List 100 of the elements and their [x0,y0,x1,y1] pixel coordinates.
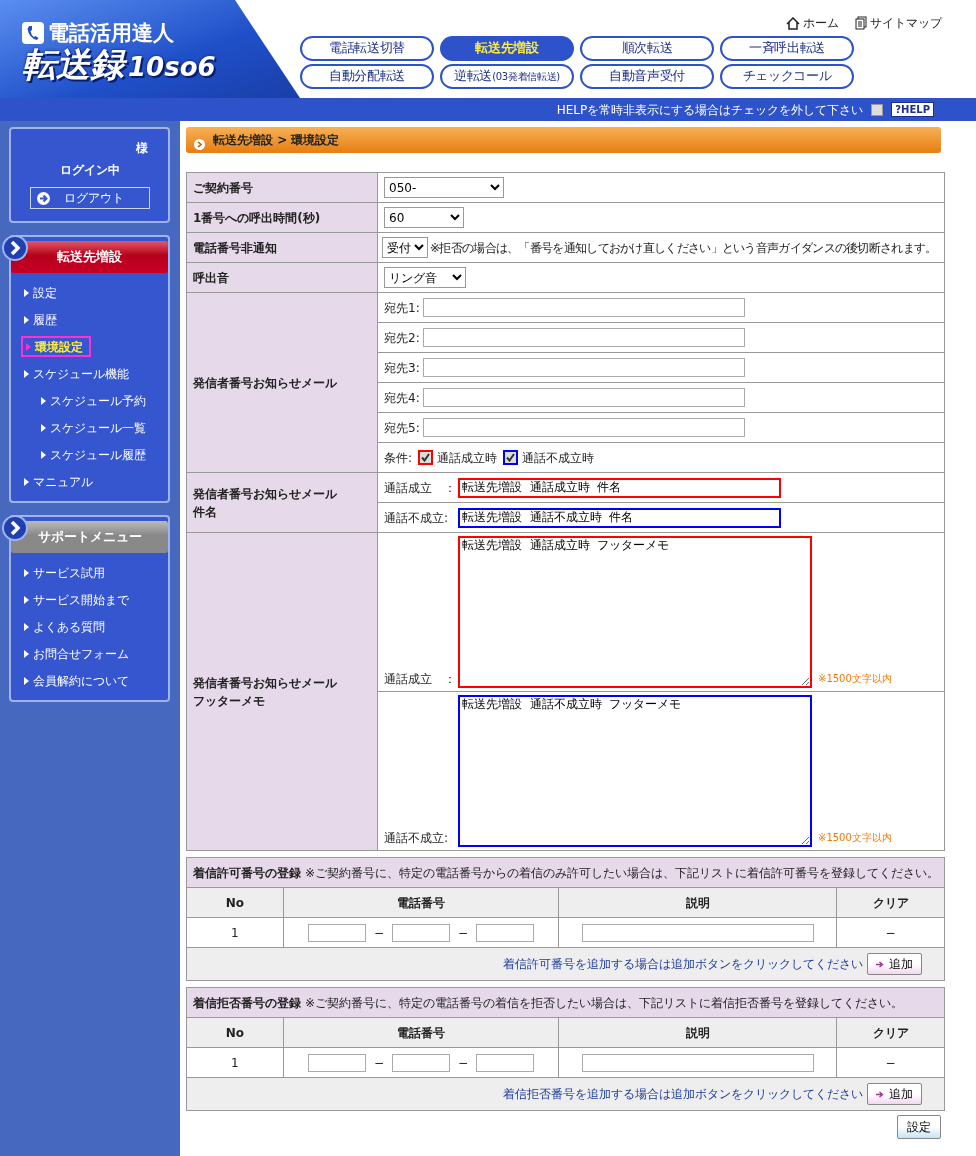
help-button[interactable]: ?HELP [891,102,934,117]
field-label: 宛先1: [384,300,420,315]
menu-link[interactable]: スケジュール履歴 [38,444,152,465]
contract-number-select[interactable]: 050- [384,177,504,198]
row-number: 1 [231,1055,239,1070]
phone-input[interactable] [392,923,451,942]
triangle-icon [24,595,29,604]
email-input[interactable] [422,388,745,407]
add-hint: 着信拒否番号を追加する場合は追加ボタンをクリックしてください [503,1087,863,1101]
column-header: 説明 [685,895,710,910]
field-label: 通話不成立: [384,830,450,847]
header-link[interactable]: サイトマップ [870,14,942,32]
logo-tagline: 電話活用達人 [48,22,174,44]
menu-link[interactable]: 環境設定 [21,336,91,357]
nav-tab[interactable]: 転送先増設 [440,36,574,61]
triangle-icon [24,649,29,658]
triangle-icon [41,423,46,432]
help-checkbox[interactable] [871,103,884,116]
section-note: ※ご契約番号に、特定の電話番号からの着信のみ許可したい場合は、下記リストに着信許可番号を登録してください。 [305,865,940,880]
triangle-icon [41,396,46,405]
nav-tab[interactable]: 電話転送切替 [300,36,434,61]
notice-text: ※拒否の場合は、「番号を通知しておかけ直しください」という音声ガイダンスの後切断されます。 [430,240,937,255]
dash-mark: − [885,1055,896,1070]
subject-input[interactable]: 転送先増設 通話不成立時 件名 [458,507,781,528]
triangle-icon [24,369,29,378]
dash-separator: − [458,925,469,940]
login-status: ログイン中 [58,162,121,179]
logout-button[interactable]: ログアウト [29,187,150,209]
email-input[interactable] [422,298,745,317]
menu-link[interactable]: スケジュール一覧 [38,417,152,438]
nav-tab[interactable]: 逆転送(03発着信転送) [440,64,574,89]
menu-header: 転送先増設 [11,241,168,273]
triangle-icon [24,676,29,685]
field-label: 1番号への呼出時間(秒) [193,210,321,225]
menu-link[interactable]: サービス開始まで [21,589,135,610]
email-input[interactable] [422,418,745,437]
home-icon [786,16,800,30]
withheld-select[interactable]: 受付 [382,237,428,258]
dash-separator: − [374,1055,385,1070]
menu-link[interactable]: マニュアル [21,471,99,492]
section-title: 着信許可番号の登録 [193,865,301,880]
add-hint: 着信許可番号を追加する場合は追加ボタンをクリックしてください [503,957,863,971]
triangle-icon [24,568,29,577]
ringtone-select[interactable]: リング音 [384,267,466,288]
email-input[interactable] [422,328,745,347]
column-header: クリア [872,1025,909,1040]
menu-header: サポートメニュー [11,521,168,553]
column-header: 説明 [685,1025,710,1040]
header-link[interactable]: ホーム [803,14,839,32]
arrow-icon [876,961,884,968]
dash-separator: − [458,1055,469,1070]
phone-input[interactable] [392,1053,451,1072]
subject-input[interactable]: 転送先増設 通話成立時 件名 [458,477,781,498]
phone-icon [22,22,44,44]
document-icon [855,16,867,30]
menu-link[interactable]: スケジュール機能 [21,363,135,384]
menu-link[interactable]: お問合せフォーム [21,643,135,664]
nav-tab[interactable]: 自動分配転送 [300,64,434,89]
menu-link[interactable]: 会員解約について [21,670,135,691]
field-label: 電話番号非通知 [193,240,277,255]
menu-link[interactable]: サービス試用 [21,562,111,583]
submit-button[interactable]: 設定 [897,1115,941,1139]
triangle-icon [24,477,29,486]
triangle-icon [24,288,29,297]
dash-mark: − [885,925,896,940]
nav-tab[interactable]: 順次転送 [580,36,714,61]
footer-memo-textarea[interactable]: 転送先増設 通話成立時 フッターメモ [458,536,812,688]
ring-time-select[interactable]: 60 [384,207,464,228]
phone-input[interactable] [476,1053,535,1072]
phone-input[interactable] [308,923,366,942]
field-label: 宛先3: [384,360,420,375]
field-label: 宛先2: [384,330,420,345]
column-header: 電話番号 [397,1025,446,1040]
menu-link[interactable]: スケジュール予約 [38,390,152,411]
nav-tab[interactable]: 一斉呼出転送 [720,36,854,61]
phone-input[interactable] [476,923,535,942]
logo-version: 10so6 [128,52,216,82]
column-header: クリア [872,895,909,910]
help-notice: HELPを常時非表示にする場合はチェックを外して下さい [556,101,864,119]
menu-link[interactable]: よくある質問 [21,616,111,637]
checkbox[interactable] [418,449,434,465]
triangle-icon [26,342,31,351]
user-suffix: 様 [135,140,149,157]
row-number: 1 [231,925,239,940]
add-button[interactable]: 追加 [867,953,922,975]
email-input[interactable] [422,358,745,377]
add-button[interactable]: 追加 [867,1083,922,1105]
field-label: 宛先4: [384,390,420,405]
menu-link[interactable]: 設定 [21,282,63,303]
description-input[interactable] [581,923,814,942]
checkbox[interactable] [503,449,519,465]
footer-memo-textarea[interactable]: 転送先増設 通話不成立時 フッターメモ [458,695,812,847]
limit-note: ※1500文字以内 [818,672,892,686]
phone-input[interactable] [308,1053,366,1072]
triangle-icon [24,315,29,324]
menu-link[interactable]: 履歴 [21,309,63,330]
nav-tab[interactable]: 自動音声受付 [580,64,714,89]
nav-tab[interactable]: チェックコール [720,64,854,89]
description-input[interactable] [581,1053,814,1072]
field-label: 呼出音 [193,270,229,285]
